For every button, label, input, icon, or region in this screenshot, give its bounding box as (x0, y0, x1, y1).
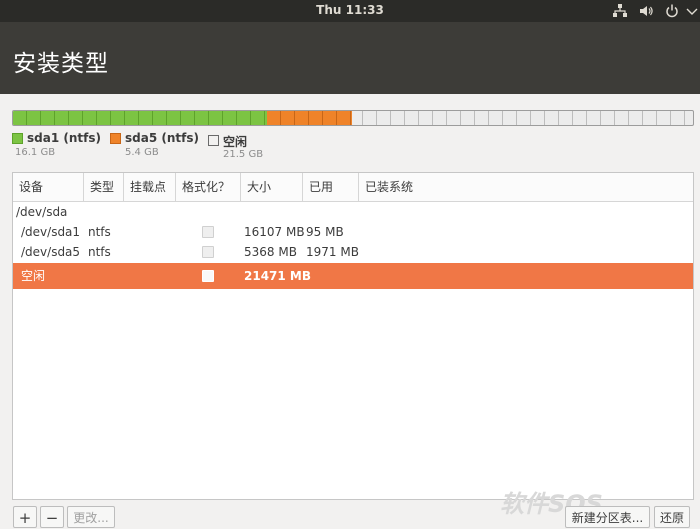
legend-swatch (110, 133, 121, 144)
power-icon[interactable] (664, 3, 680, 19)
table-row[interactable]: /dev/sda1 ntfs 16107 MB 95 MB (13, 222, 693, 242)
window-header: 安装类型 (0, 22, 700, 94)
legend-size: 16.1 GB (15, 147, 56, 158)
legend-name: sda1 (ntfs) (27, 131, 101, 145)
legend-name: 空闲 (223, 135, 248, 149)
column-header-type[interactable]: 类型 (84, 173, 124, 201)
volume-icon[interactable] (638, 3, 654, 19)
network-icon[interactable] (612, 3, 628, 19)
add-partition-button[interactable]: + (13, 506, 37, 528)
cell-size: 5368 MB (244, 245, 297, 259)
clock[interactable]: Thu 11:33 (0, 3, 700, 17)
partition-table[interactable]: 设备 类型 挂载点 格式化？ 大小 已用 已装系统 /dev/sda /dev/… (12, 172, 694, 500)
column-header-used[interactable]: 已用 (303, 173, 359, 201)
format-checkbox[interactable] (202, 270, 214, 282)
legend-size: 5.4 GB (125, 147, 159, 158)
column-header-system[interactable]: 已装系统 (359, 173, 693, 201)
system-top-bar: Thu 11:33 (0, 0, 700, 22)
cell-device: 空闲 (21, 269, 46, 283)
legend-swatch (208, 135, 219, 146)
cell-size: 16107 MB (244, 225, 305, 239)
column-header-size[interactable]: 大小 (241, 173, 303, 201)
cell-type: ntfs (88, 245, 111, 259)
page-title: 安装类型 (13, 51, 109, 77)
cell-size: 21471 MB (244, 269, 312, 283)
table-row-selected[interactable]: 空闲 21471 MB (13, 263, 693, 289)
format-checkbox[interactable] (202, 226, 214, 238)
partition-bar-sda5 (267, 111, 352, 125)
revert-button[interactable]: 还原 (654, 506, 690, 528)
column-header-format[interactable]: 格式化？ (176, 173, 241, 201)
column-header-mount[interactable]: 挂载点 (124, 173, 176, 201)
partition-usage-bar (12, 110, 694, 126)
remove-partition-button[interactable]: − (40, 506, 64, 528)
legend-size: 21.5 GB (223, 149, 264, 160)
cell-used: 1971 MB (306, 245, 359, 259)
cell-type: ntfs (88, 225, 111, 239)
format-checkbox[interactable] (202, 246, 214, 258)
table-row[interactable]: /dev/sda5 ntfs 5368 MB 1971 MB (13, 242, 693, 262)
legend-name: sda5 (ntfs) (125, 131, 199, 145)
table-header: 设备 类型 挂载点 格式化？ 大小 已用 已装系统 (13, 173, 693, 202)
column-header-device[interactable]: 设备 (13, 173, 84, 201)
cell-device: /dev/sda1 (21, 225, 81, 239)
change-partition-button[interactable]: 更改... (67, 506, 115, 528)
chevron-down-icon[interactable] (684, 3, 700, 19)
table-row[interactable]: /dev/sda (13, 202, 693, 222)
cell-device: /dev/sda5 (21, 245, 81, 259)
new-partition-table-button[interactable]: 新建分区表... (565, 506, 650, 528)
legend-swatch (12, 133, 23, 144)
cell-device: /dev/sda (16, 205, 68, 219)
partition-bar-sda1 (13, 111, 267, 125)
cell-used: 95 MB (306, 225, 344, 239)
